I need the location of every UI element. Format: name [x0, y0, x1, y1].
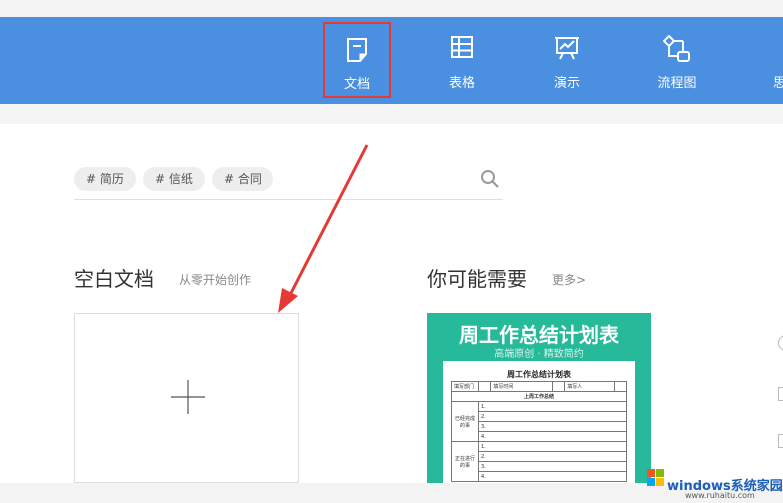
nav-label: 思	[773, 76, 783, 91]
search-input-underline[interactable]	[74, 199, 503, 200]
document-icon	[347, 38, 367, 62]
blank-doc-heading: 空白文档	[74, 267, 154, 291]
suggest-heading: 你可能需要	[427, 267, 527, 291]
nav-label: 文档	[343, 77, 370, 92]
nav-item-document[interactable]: 文档	[323, 22, 391, 98]
table-cell	[551, 381, 566, 392]
table-cell: 填写部门	[451, 381, 479, 392]
template-card-weekly-plan[interactable]: 周工作总结计划表 高端原创 · 精致简约 周工作总结计划表 填写部门 填写时间 …	[427, 313, 651, 483]
blank-doc-subtitle: 从零开始创作	[179, 273, 252, 287]
nav-label: 表格	[448, 76, 475, 91]
table-cell: 3.	[478, 461, 627, 472]
nav-item-mindmap[interactable]: 思	[770, 17, 783, 104]
new-blank-document-card[interactable]	[74, 313, 299, 483]
watermark: windows系统家园 www.ruhaitu.com	[633, 461, 783, 503]
table-cell: 填写人	[564, 381, 615, 392]
table-cell	[613, 381, 628, 392]
side-panel-edge	[778, 335, 783, 351]
table-cell: 上周工作总结	[451, 391, 627, 402]
plus-icon	[171, 380, 205, 414]
table-cell: 2.	[478, 451, 627, 462]
nav-label: 流程图	[657, 76, 697, 91]
window-top-strip	[0, 0, 783, 17]
search-icon[interactable]	[480, 169, 500, 189]
preview-table: 填写部门 填写时间 填写人 上周工作总结 已经完成的事 1. 2. 3. 4. …	[451, 381, 628, 482]
search-tag-contract[interactable]: # 合同	[212, 167, 273, 191]
table-cell: 填写时间	[490, 381, 553, 392]
nav-item-presentation[interactable]: 演示	[533, 17, 601, 104]
flowchart-icon	[663, 35, 690, 62]
divider-strip	[0, 104, 783, 124]
table-cell: 4.	[478, 431, 627, 442]
top-navigation-bar: 文档 表格 演示 流程图 思	[0, 17, 783, 104]
search-tag-resume[interactable]: # 简历	[74, 167, 136, 191]
table-cell: 4.	[478, 471, 627, 482]
nav-item-spreadsheet[interactable]: 表格	[428, 17, 496, 104]
table-cell: 1.	[478, 441, 627, 452]
table-cell: 3.	[478, 421, 627, 432]
presentation-icon	[555, 37, 579, 60]
table-cell: 正在进行的事	[451, 441, 479, 482]
more-link[interactable]: 更多>	[552, 271, 586, 288]
side-checkbox[interactable]	[778, 387, 783, 401]
search-tag-letter[interactable]: # 信纸	[143, 167, 205, 191]
template-subtitle: 高端原创 · 精致简约	[494, 349, 584, 360]
side-checkbox[interactable]	[778, 434, 783, 448]
table-cell	[477, 381, 492, 392]
table-cell: 2.	[478, 411, 627, 422]
template-title: 周工作总结计划表	[459, 323, 619, 347]
watermark-url: www.ruhaitu.com	[685, 491, 755, 500]
nav-label: 演示	[553, 76, 580, 91]
spreadsheet-icon	[451, 36, 473, 58]
nav-item-flowchart[interactable]: 流程图	[643, 17, 711, 104]
windows-logo-icon	[647, 469, 664, 486]
paper-title: 周工作总结计划表	[507, 370, 571, 379]
table-cell: 1.	[478, 401, 627, 412]
table-cell: 已经完成的事	[451, 401, 479, 442]
template-preview-paper: 周工作总结计划表 填写部门 填写时间 填写人 上周工作总结 已经完成的事 1. …	[443, 361, 635, 483]
